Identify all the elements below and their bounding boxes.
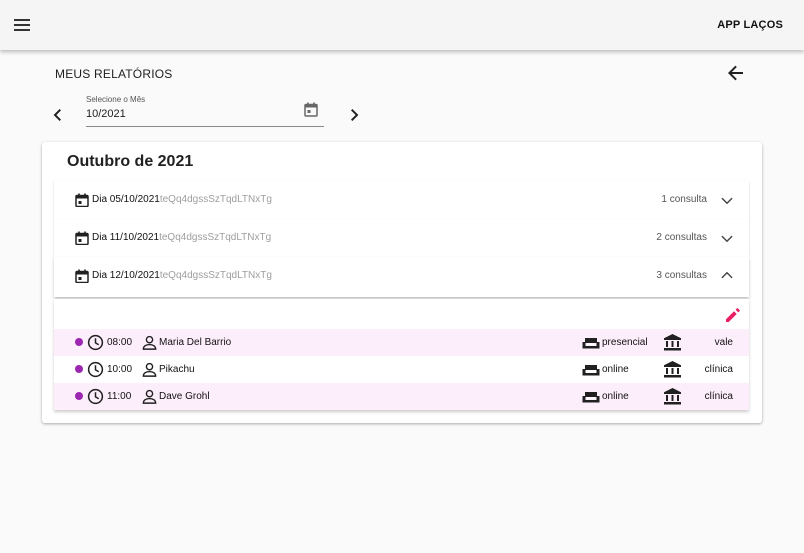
patient-name: Pikachu — [159, 364, 195, 375]
patient-name: Dave Grohl — [159, 391, 210, 402]
calendar-icon — [75, 193, 89, 207]
app-title: APP LAÇOS — [717, 19, 783, 31]
appointment-place: vale — [714, 337, 733, 348]
calendar-icon[interactable] — [304, 102, 320, 118]
appointment-count: 2 consultas — [656, 232, 707, 243]
appointment-time: 10:00 — [107, 364, 133, 375]
appointment-count: 1 consulta — [661, 194, 707, 205]
sofa-icon — [582, 338, 600, 349]
clock-icon — [87, 361, 104, 378]
calendar-icon — [75, 231, 89, 245]
day-panel[interactable]: Dia 05/10/2021teQq4dgssSzTqdLTNxTg 1 con… — [54, 181, 749, 219]
menu-icon[interactable] — [11, 14, 33, 36]
page-title: MEUS RELATÓRIOS — [55, 67, 173, 81]
chevron-left-icon[interactable] — [49, 106, 67, 124]
report-card: Outubro de 2021 Dia 05/10/2021teQq4dgssS… — [42, 142, 762, 423]
appointment-count: 3 consultas — [656, 270, 707, 281]
institution-icon — [664, 361, 681, 378]
day-detail: 08:00 Maria Del Barrio presencial vale 1… — [54, 299, 749, 410]
sofa-icon — [582, 365, 600, 376]
app-bar: APP LAÇOS — [0, 0, 804, 50]
month-field[interactable]: Selecione o Mês — [86, 93, 324, 127]
day-date: Dia 11/10/2021 — [92, 232, 160, 243]
day-id: teQq4dgssSzTqdLTNxTg — [159, 270, 272, 281]
appointment-place: clínica — [704, 391, 733, 402]
patient-name: Maria Del Barrio — [159, 337, 232, 348]
calendar-icon — [75, 269, 89, 283]
appointment-row[interactable]: 10:00 Pikachu online clínica — [54, 356, 749, 383]
report-title: Outubro de 2021 — [67, 153, 194, 170]
day-id: teQq4dgssSzTqdLTNxTg — [159, 232, 272, 243]
month-input[interactable] — [86, 108, 286, 120]
day-label: Dia 11/10/2021teQq4dgssSzTqdLTNxTg — [92, 232, 271, 243]
appointment-mode: presencial — [602, 337, 648, 348]
status-dot — [75, 338, 83, 346]
clock-icon — [87, 388, 104, 405]
chevron-down-icon[interactable] — [721, 194, 733, 206]
appointment-place: clínica — [704, 364, 733, 375]
person-icon — [142, 362, 157, 377]
status-dot — [75, 392, 83, 400]
appointment-mode: online — [602, 391, 629, 402]
chevron-down-icon[interactable] — [721, 232, 733, 244]
appointment-row[interactable]: 11:00 Dave Grohl online clínica — [54, 383, 749, 410]
sofa-icon — [582, 392, 600, 403]
day-panel[interactable]: Dia 11/10/2021teQq4dgssSzTqdLTNxTg 2 con… — [54, 219, 749, 257]
month-field-label: Selecione o Mês — [86, 95, 146, 104]
day-date: Dia 05/10/2021 — [92, 194, 160, 205]
institution-icon — [664, 334, 681, 351]
institution-icon — [664, 388, 681, 405]
appointment-time: 08:00 — [107, 337, 133, 348]
appointment-row[interactable]: 08:00 Maria Del Barrio presencial vale — [54, 329, 749, 356]
day-panel[interactable]: Dia 12/10/2021teQq4dgssSzTqdLTNxTg 3 con… — [54, 257, 749, 297]
person-icon — [142, 335, 157, 350]
day-date: Dia 12/10/2021 — [92, 270, 160, 281]
status-dot — [75, 365, 83, 373]
day-id: teQq4dgssSzTqdLTNxTg — [159, 194, 272, 205]
day-label: Dia 05/10/2021teQq4dgssSzTqdLTNxTg — [92, 194, 272, 205]
arrow-back-icon[interactable] — [725, 62, 747, 84]
person-icon — [142, 389, 157, 404]
chevron-up-icon[interactable] — [721, 270, 733, 282]
appointment-time: 11:00 — [107, 391, 132, 402]
chevron-right-icon[interactable] — [345, 106, 363, 124]
clock-icon — [87, 334, 104, 351]
appointment-mode: online — [602, 364, 629, 375]
edit-icon[interactable] — [724, 306, 742, 324]
day-label: Dia 12/10/2021teQq4dgssSzTqdLTNxTg — [92, 270, 272, 281]
